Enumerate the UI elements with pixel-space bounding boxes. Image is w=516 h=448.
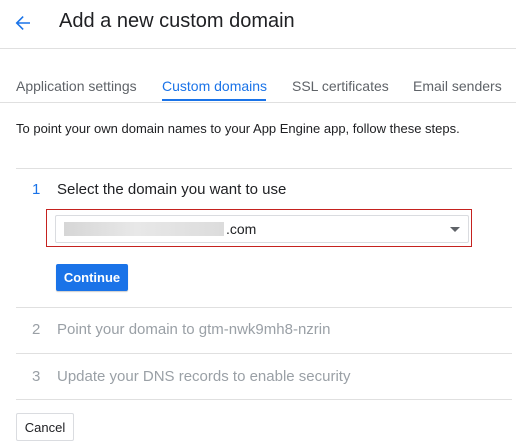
- divider: [16, 399, 512, 400]
- page-header: Add a new custom domain: [0, 0, 516, 49]
- tab-ssl-certificates[interactable]: SSL certificates: [292, 78, 389, 94]
- divider: [16, 307, 512, 308]
- arrow-back-icon: [15, 16, 30, 30]
- step-label: Update your DNS records to enable securi…: [57, 368, 351, 385]
- domain-select[interactable]: .com: [55, 215, 469, 243]
- tab-application-settings[interactable]: Application settings: [16, 78, 137, 94]
- intro-text: To point your own domain names to your A…: [16, 121, 460, 136]
- page-title: Add a new custom domain: [59, 10, 295, 32]
- cancel-button[interactable]: Cancel: [16, 413, 74, 441]
- redacted-domain: [64, 222, 224, 236]
- active-tab-indicator: [162, 99, 266, 101]
- back-button[interactable]: [8, 8, 38, 38]
- continue-button[interactable]: Continue: [56, 264, 128, 291]
- step-number: 2: [32, 321, 41, 338]
- step-number: 3: [32, 368, 41, 385]
- divider: [16, 168, 512, 169]
- step-label: Point your domain to gtm-nwk9mh8-nzrin: [57, 321, 331, 338]
- step-number: 1: [32, 181, 41, 198]
- step-label: Select the domain you want to use: [57, 181, 287, 198]
- divider: [16, 353, 512, 354]
- dropdown-arrow-icon: [450, 227, 460, 232]
- tab-custom-domains[interactable]: Custom domains: [162, 78, 267, 94]
- tab-bar: Application settings Custom domains SSL …: [0, 72, 516, 103]
- domain-select-value: .com: [226, 221, 257, 237]
- tab-email-senders[interactable]: Email senders: [413, 78, 502, 94]
